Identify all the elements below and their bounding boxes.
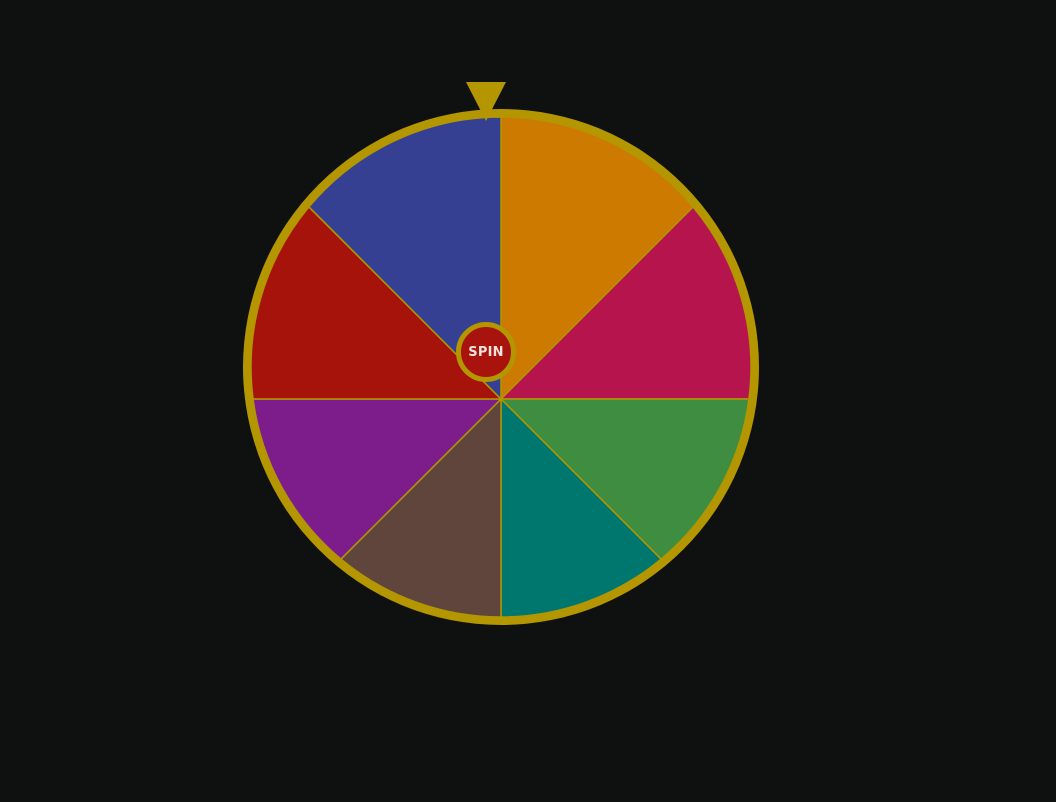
spin-button[interactable]: SPIN <box>456 322 516 382</box>
game-stage: SPIN <box>0 0 1056 802</box>
prize-wheel[interactable] <box>0 0 1056 802</box>
